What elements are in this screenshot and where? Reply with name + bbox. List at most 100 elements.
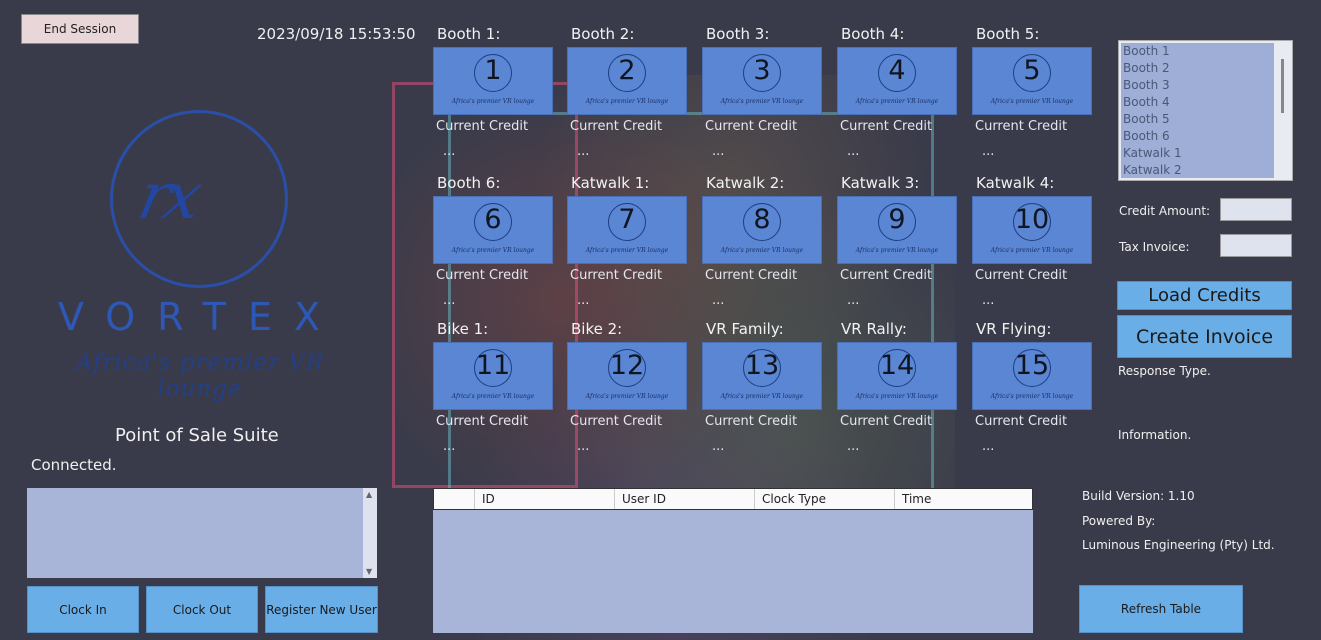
booth-tile-button[interactable]: 8 Africa's premier VR lounge xyxy=(702,196,822,264)
booth-tagline: Africa's premier VR lounge xyxy=(855,98,939,105)
station-list[interactable]: Booth 1 Booth 2 Booth 3 Booth 4 Booth 5 Booth… xyxy=(1121,43,1274,178)
credit-amount-input[interactable] xyxy=(1220,198,1292,221)
booth-tile-button[interactable]: 11 Africa's premier VR lounge xyxy=(433,342,553,410)
booth-tagline: Africa's premier VR lounge xyxy=(720,393,804,400)
booth-tagline: Africa's premier VR lounge xyxy=(990,247,1074,254)
booth-tile-button[interactable]: 5 Africa's premier VR lounge xyxy=(972,47,1092,115)
booth-tile-button[interactable]: 13 Africa's premier VR lounge xyxy=(702,342,822,410)
column-header-user-id[interactable]: User ID xyxy=(614,489,754,509)
booth-number: 7 xyxy=(618,204,636,235)
booth-label: Bike 2: xyxy=(571,320,623,338)
booth-number: 1 xyxy=(484,55,502,86)
booth-tagline: Africa's premier VR lounge xyxy=(720,98,804,105)
scroll-up-icon[interactable]: ▲ xyxy=(366,490,372,499)
current-credit-label: Current Credit xyxy=(436,414,529,429)
booth-tile-button[interactable]: 6 Africa's premier VR lounge xyxy=(433,196,553,264)
station-list-item[interactable]: Booth 5 xyxy=(1121,111,1274,128)
booth-tile-button[interactable]: 15 Africa's premier VR lounge xyxy=(972,342,1092,410)
load-credits-button[interactable]: Load Credits xyxy=(1117,281,1292,310)
booth-tile-button[interactable]: 3 Africa's premier VR lounge xyxy=(702,47,822,115)
tax-invoice-input[interactable] xyxy=(1220,234,1292,257)
current-credit-value: ... xyxy=(982,293,995,308)
table-header: ID User ID Clock Type Time xyxy=(433,488,1033,510)
booth-tile-button[interactable]: 2 Africa's premier VR lounge xyxy=(567,47,687,115)
current-credit-label: Current Credit xyxy=(840,414,933,429)
refresh-table-button[interactable]: Refresh Table xyxy=(1079,585,1243,633)
column-header-id[interactable]: ID xyxy=(474,489,614,509)
vortex-logo: rx VORTEX Africa's premier VR lounge xyxy=(30,105,370,402)
station-list-scrollbar[interactable] xyxy=(1281,59,1284,113)
booth-tagline: Africa's premier VR lounge xyxy=(855,393,939,400)
booth-tile-button[interactable]: 9 Africa's premier VR lounge xyxy=(837,196,957,264)
current-credit-value: ... xyxy=(982,439,995,454)
station-list-item[interactable]: Booth 4 xyxy=(1121,94,1274,111)
current-credit-value: ... xyxy=(712,439,725,454)
clock-table[interactable]: ID User ID Clock Type Time xyxy=(433,488,1033,633)
current-credit-label: Current Credit xyxy=(436,268,529,283)
response-type-text: Response Type. xyxy=(1118,364,1211,378)
column-header-time[interactable]: Time xyxy=(894,489,1032,509)
booth-tile-button[interactable]: 12 Africa's premier VR lounge xyxy=(567,342,687,410)
booth-label: Katwalk 2: xyxy=(706,174,785,192)
current-credit-label: Current Credit xyxy=(705,414,798,429)
create-invoice-button[interactable]: Create Invoice xyxy=(1117,315,1292,358)
booth-number: 5 xyxy=(1023,55,1041,86)
booth-label: Katwalk 3: xyxy=(841,174,920,192)
powered-by-label: Powered By: xyxy=(1082,514,1156,528)
booth-number: 15 xyxy=(1014,350,1050,381)
current-credit-label: Current Credit xyxy=(705,119,798,134)
current-credit-label: Current Credit xyxy=(705,268,798,283)
current-credit-value: ... xyxy=(712,293,725,308)
current-credit-label: Current Credit xyxy=(570,268,663,283)
booth-tile-button[interactable]: 7 Africa's premier VR lounge xyxy=(567,196,687,264)
booth-label: VR Family: xyxy=(706,320,784,338)
current-credit-value: ... xyxy=(577,293,590,308)
station-list-item[interactable]: Booth 1 xyxy=(1121,43,1274,60)
booth-tile-button[interactable]: 14 Africa's premier VR lounge xyxy=(837,342,957,410)
booth-number: 10 xyxy=(1014,204,1050,235)
station-list-item[interactable]: Booth 2 xyxy=(1121,60,1274,77)
booth-tagline: Africa's premier VR lounge xyxy=(720,247,804,254)
message-textbox[interactable]: ▲ ▼ xyxy=(27,488,377,578)
booth-tile-button[interactable]: 1 Africa's premier VR lounge xyxy=(433,47,553,115)
tax-invoice-label: Tax Invoice: xyxy=(1119,240,1190,254)
current-credit-value: ... xyxy=(847,439,860,454)
logo-circle xyxy=(110,110,288,288)
table-row-header-cell xyxy=(434,489,474,509)
booth-number: 14 xyxy=(879,350,915,381)
current-credit-label: Current Credit xyxy=(570,119,663,134)
booth-label: VR Rally: xyxy=(841,320,907,338)
scroll-down-icon[interactable]: ▼ xyxy=(366,567,372,576)
booth-number: 3 xyxy=(753,55,771,86)
booth-label: VR Flying: xyxy=(976,320,1052,338)
booth-tile-button[interactable]: 10 Africa's premier VR lounge xyxy=(972,196,1092,264)
clock-out-button[interactable]: Clock Out xyxy=(146,586,258,633)
station-list-item[interactable]: Booth 3 xyxy=(1121,77,1274,94)
column-header-clock-type[interactable]: Clock Type xyxy=(754,489,894,509)
current-credit-label: Current Credit xyxy=(840,119,933,134)
current-credit-label: Current Credit xyxy=(570,414,663,429)
booth-label: Katwalk 1: xyxy=(571,174,650,192)
current-credit-value: ... xyxy=(847,293,860,308)
end-session-button[interactable]: End Session xyxy=(21,14,139,44)
station-listbox[interactable]: Booth 1 Booth 2 Booth 3 Booth 4 Booth 5 Booth… xyxy=(1118,40,1293,181)
station-list-item[interactable]: Booth 6 xyxy=(1121,128,1274,145)
booth-number: 2 xyxy=(618,55,636,86)
station-list-item[interactable]: Katwalk 2 xyxy=(1121,162,1274,178)
datetime-display: 2023/09/18 15:53:50 xyxy=(257,25,416,43)
station-list-item[interactable]: Katwalk 1 xyxy=(1121,145,1274,162)
current-credit-value: ... xyxy=(982,144,995,159)
booth-tagline: Africa's premier VR lounge xyxy=(990,393,1074,400)
booth-tile-button[interactable]: 4 Africa's premier VR lounge xyxy=(837,47,957,115)
clock-in-button[interactable]: Clock In xyxy=(27,586,139,633)
booth-number: 8 xyxy=(753,204,771,235)
register-new-user-button[interactable]: Register New User xyxy=(265,586,378,633)
current-credit-value: ... xyxy=(443,293,456,308)
booth-tagline: Africa's premier VR lounge xyxy=(990,98,1074,105)
booth-label: Booth 2: xyxy=(571,25,635,43)
app-title: Point of Sale Suite xyxy=(115,425,279,446)
current-credit-value: ... xyxy=(712,144,725,159)
message-scrollbar[interactable]: ▲ ▼ xyxy=(363,488,377,578)
company-name: Luminous Engineering (Pty) Ltd. xyxy=(1082,538,1275,552)
booth-tagline: Africa's premier VR lounge xyxy=(585,393,669,400)
